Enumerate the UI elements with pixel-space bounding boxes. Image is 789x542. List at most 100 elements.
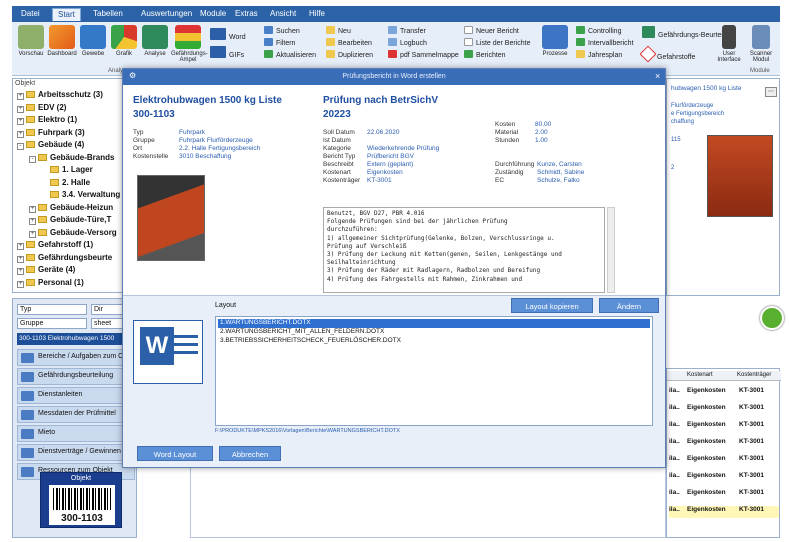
- tree-item[interactable]: + Geräte (4): [17, 265, 75, 275]
- gewebe-button[interactable]: Gewebe: [78, 25, 108, 57]
- table-row[interactable]: ila.. Eigenkosten KT-3001: [669, 489, 779, 501]
- table-row[interactable]: ila.. Eigenkosten KT-3001: [669, 404, 779, 416]
- expand-icon[interactable]: +: [17, 255, 24, 263]
- nav-measurements[interactable]: Messdaten der Prüfmittel: [17, 406, 135, 423]
- tree-item[interactable]: - Gebäude (4): [17, 140, 84, 150]
- expand-icon[interactable]: +: [17, 118, 24, 125]
- table-row[interactable]: ila.. Eigenkosten KT-3001: [669, 455, 779, 467]
- table-row[interactable]: ila.. Eigenkosten KT-3001: [669, 387, 779, 399]
- duplicate-button[interactable]: Duplizieren: [326, 50, 373, 59]
- edit-button[interactable]: Bearbeiten: [326, 38, 372, 47]
- group-select[interactable]: Gruppe: [17, 318, 87, 329]
- expand-icon[interactable]: -: [29, 155, 36, 163]
- nav-mieto[interactable]: Mieto: [17, 425, 135, 442]
- type-select[interactable]: Typ: [17, 304, 87, 315]
- refresh-button[interactable]: Aktualisieren: [264, 50, 316, 59]
- analyse-button[interactable]: Analyse: [140, 25, 170, 57]
- interval-report-button[interactable]: Intervallbericht: [576, 38, 634, 47]
- ampel-button[interactable]: Gefährdungs-Ampel: [171, 25, 208, 63]
- preview-button[interactable]: Vorschau: [16, 25, 46, 57]
- add-icon[interactable]: [760, 306, 784, 330]
- field-key: EC: [495, 177, 505, 184]
- tree-item[interactable]: + Fuhrpark (3): [17, 128, 85, 138]
- menu-tab-start[interactable]: Start: [52, 8, 81, 21]
- nav-instructions[interactable]: Dienstanleiten: [17, 387, 135, 404]
- search-button[interactable]: Suchen: [264, 26, 300, 35]
- gifs-button[interactable]: GIFs: [210, 46, 244, 59]
- cancel-button[interactable]: Abbrechen: [219, 446, 281, 461]
- description-textarea[interactable]: Benutzt, BGV D27, PBR 4.016 Folgende Prü…: [323, 207, 605, 293]
- menu-tab-module[interactable]: Module: [195, 8, 231, 21]
- table-row[interactable]: ila.. Eigenkosten KT-3001: [669, 506, 779, 518]
- tree-item[interactable]: + Elektro (1): [17, 115, 77, 125]
- selected-object[interactable]: 300-1103 Elektrohubwagen 1500: [17, 333, 135, 345]
- layout-item[interactable]: 2.WARTUNGSBERICHT_MIT_ALLEN_FELDERN.DOTX: [218, 328, 650, 337]
- menu-tab-tabellen[interactable]: Tabellen: [88, 8, 128, 21]
- collapse-icon[interactable]: ⋯: [765, 87, 777, 97]
- layout-item[interactable]: 1.WARTUNGSBERICHT.DOTX: [218, 319, 650, 328]
- copy-layout-button[interactable]: Layout kopieren: [511, 298, 593, 313]
- new-report-button[interactable]: Neuer Bericht: [464, 26, 519, 35]
- tree-item[interactable]: + Gebäude-Heizun: [29, 203, 113, 213]
- expand-icon[interactable]: +: [29, 230, 36, 238]
- report-list-button[interactable]: Liste der Berichte: [464, 38, 530, 47]
- calendar-icon: [576, 50, 585, 58]
- textarea-scrollbar[interactable]: [607, 207, 615, 293]
- word-button-label: Word: [229, 34, 246, 41]
- grafik-button[interactable]: Grafik: [109, 25, 139, 57]
- tree-item[interactable]: + Personal (1): [17, 278, 84, 288]
- tree-item[interactable]: + Arbeitsschutz (3): [17, 90, 103, 100]
- tree-item[interactable]: + Gefährdungsbeurte: [17, 253, 112, 263]
- menu-tab-ansicht[interactable]: Ansicht: [265, 8, 301, 21]
- expand-icon[interactable]: +: [17, 105, 24, 113]
- word-button[interactable]: Word: [210, 28, 246, 41]
- expand-icon[interactable]: +: [29, 218, 36, 225]
- word-layout-button[interactable]: Word Layout: [137, 446, 213, 461]
- table-row[interactable]: ila.. Eigenkosten KT-3001: [669, 421, 779, 433]
- year-plan-button[interactable]: Jahresplan: [576, 50, 622, 59]
- tree-item[interactable]: + Gebäude-Türe,T: [29, 215, 111, 225]
- tree-item[interactable]: + EDV (2): [17, 103, 66, 113]
- new-button[interactable]: Neu: [326, 26, 351, 35]
- dialog-menu-icon[interactable]: ⚙: [129, 71, 136, 80]
- table-row[interactable]: ila.. Eigenkosten KT-3001: [669, 472, 779, 484]
- expand-icon[interactable]: -: [17, 143, 24, 150]
- expand-icon[interactable]: +: [17, 268, 24, 275]
- expand-icon[interactable]: +: [17, 243, 24, 250]
- table-row[interactable]: ila.. Eigenkosten KT-3001: [669, 438, 779, 450]
- tree-item[interactable]: 1. Lager: [41, 165, 93, 174]
- menu-tab-datei[interactable]: Datei: [16, 8, 45, 21]
- tree-item[interactable]: - Gebäude-Brands: [29, 153, 114, 163]
- hazardous-button[interactable]: Gefahrstoffe: [639, 45, 695, 63]
- layout-item[interactable]: 3.BETRIEBSSICHERHEITSCHECK_FEUERLÖSCHER.…: [218, 337, 650, 346]
- expand-icon[interactable]: +: [17, 93, 24, 100]
- user-interface-button[interactable]: User Interface: [714, 25, 744, 63]
- tree-item[interactable]: 2. Halle: [41, 178, 90, 187]
- dashboard-button[interactable]: Dashboard: [47, 25, 77, 57]
- edit-layout-button[interactable]: Ändern: [599, 298, 659, 313]
- expand-icon[interactable]: +: [17, 280, 24, 288]
- tree-item[interactable]: 3.4. Verwaltung: [41, 190, 120, 199]
- nav-contracts[interactable]: Dienstverträge / Gewinnen: [17, 444, 135, 461]
- cell-cost-unit: KT-3001: [739, 438, 764, 445]
- logbook-button[interactable]: Logbuch: [388, 38, 427, 47]
- menu-tab-extras[interactable]: Extras: [230, 8, 263, 21]
- tree-item-label: Elektro (1): [38, 115, 78, 124]
- menu-tab-auswertungen[interactable]: Auswertungen: [136, 8, 197, 21]
- expand-icon[interactable]: +: [17, 130, 24, 138]
- scanner-button[interactable]: Scanner Modul: [746, 25, 776, 63]
- controlling-button[interactable]: Controlling: [576, 26, 621, 35]
- tree-item[interactable]: + Gefahrstoff (1): [17, 240, 93, 250]
- transfer-button[interactable]: Transfer: [388, 26, 426, 35]
- reports-button[interactable]: Berichten: [464, 50, 506, 59]
- nav-risk[interactable]: Gefährdungsbeurteilung: [17, 368, 135, 385]
- filter-button[interactable]: Filtern: [264, 38, 295, 47]
- close-icon[interactable]: ×: [655, 71, 660, 81]
- nav-tasks[interactable]: Bereiche / Aufgaben zum O: [17, 349, 135, 366]
- tree-item[interactable]: + Gebäude-Versorg: [29, 228, 117, 238]
- process-button[interactable]: Prozesse: [538, 25, 572, 57]
- expand-icon[interactable]: +: [29, 205, 36, 213]
- pdf-folder-button[interactable]: pdf Sammelmappe: [388, 50, 459, 59]
- menu-tab-hilfe[interactable]: Hilfe: [304, 8, 330, 21]
- layout-list[interactable]: 1.WARTUNGSBERICHT.DOTX 2.WARTUNGSBERICHT_…: [215, 316, 653, 426]
